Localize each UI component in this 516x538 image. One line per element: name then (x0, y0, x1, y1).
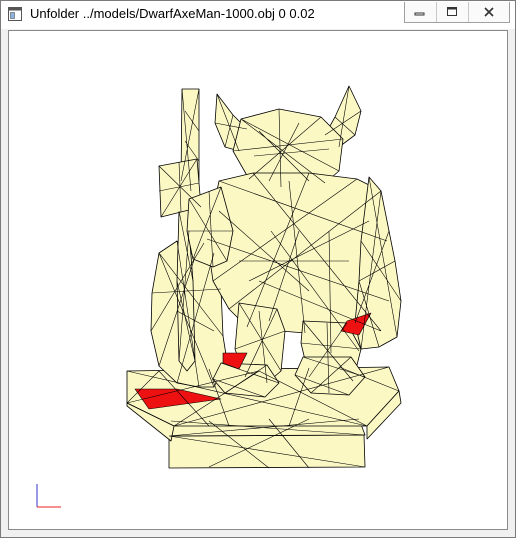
app-window-icon (8, 7, 22, 21)
minimize-button[interactable] (405, 2, 437, 22)
viewport-area[interactable] (8, 30, 508, 530)
model-fill (126, 85, 402, 469)
window-controls (404, 2, 510, 23)
close-icon (484, 7, 494, 17)
unfolder-window: Unfolder ../models/DwarfAxeMan-1000.obj … (0, 0, 516, 538)
window-title: Unfolder ../models/DwarfAxeMan-1000.obj … (30, 6, 315, 21)
maximize-icon (447, 7, 458, 16)
axis-indicator (36, 484, 61, 508)
close-button[interactable] (469, 2, 509, 22)
3d-viewport[interactable] (9, 31, 507, 529)
model-mesh (126, 85, 402, 469)
maximize-button[interactable] (437, 2, 469, 22)
title-bar[interactable]: Unfolder ../models/DwarfAxeMan-1000.obj … (1, 1, 515, 29)
minimize-icon (414, 12, 425, 16)
